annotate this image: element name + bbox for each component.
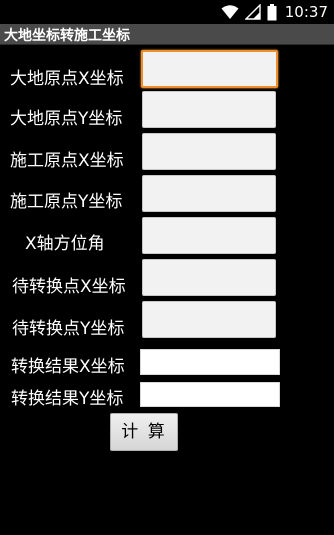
status-icons: 10:37 — [221, 2, 328, 22]
calculate-button[interactable]: 计 算 — [110, 413, 178, 451]
construction-origin-y-input[interactable] — [142, 175, 276, 212]
construction-origin-x-input[interactable] — [142, 133, 276, 170]
title-bar: 大地坐标转施工坐标 — [0, 24, 334, 45]
label-point-to-convert-y: 待转换点Y坐标 — [12, 319, 125, 339]
geodetic-origin-y-input[interactable] — [142, 91, 276, 128]
result-y-field — [140, 382, 280, 407]
label-x-axis-azimuth: X轴方位角 — [25, 234, 105, 254]
wifi-icon — [221, 5, 239, 19]
label-point-to-convert-x: 待转换点X坐标 — [12, 277, 126, 297]
result-x-field — [140, 349, 280, 375]
label-construction-origin-x: 施工原点X坐标 — [10, 151, 124, 171]
status-bar: 10:37 — [0, 0, 334, 24]
point-to-convert-y-input[interactable] — [142, 301, 276, 338]
geodetic-origin-x-input[interactable] — [141, 50, 278, 88]
label-result-y: 转换结果Y坐标 — [11, 389, 124, 409]
app-title: 大地坐标转施工坐标 — [4, 28, 130, 44]
label-result-x: 转换结果X坐标 — [11, 357, 125, 377]
signal-icon — [244, 4, 261, 20]
battery-icon — [267, 3, 277, 20]
label-geodetic-origin-x: 大地原点X坐标 — [10, 69, 124, 89]
label-geodetic-origin-y: 大地原点Y坐标 — [10, 109, 123, 129]
point-to-convert-x-input[interactable] — [142, 259, 276, 296]
x-axis-azimuth-input[interactable] — [142, 217, 276, 254]
label-construction-origin-y: 施工原点Y坐标 — [10, 192, 123, 212]
status-time: 10:37 — [284, 3, 328, 21]
